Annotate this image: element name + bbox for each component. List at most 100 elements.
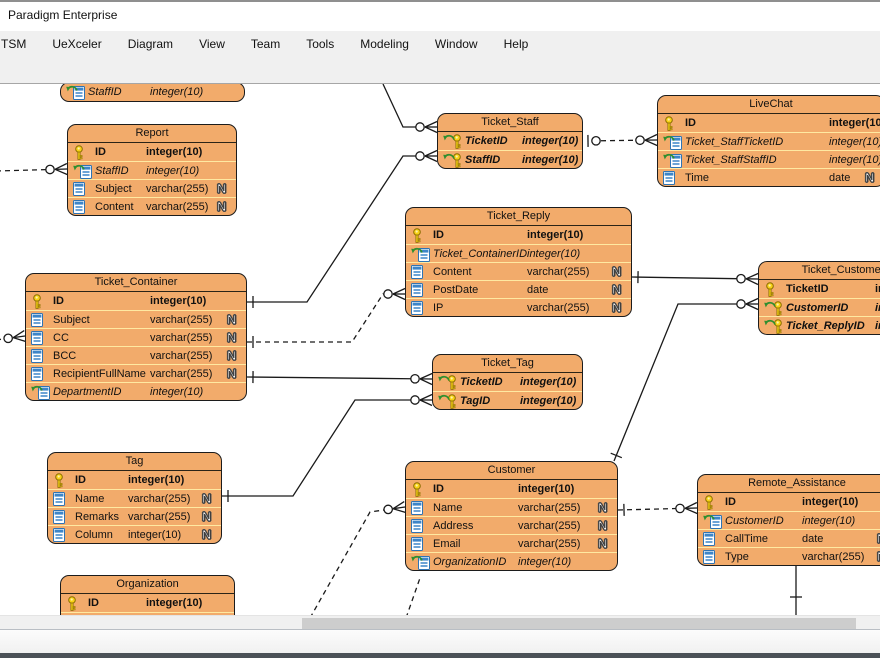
entity-row[interactable]: Ticket_StaffStaffIDinteger(10)N xyxy=(658,150,880,168)
entity-header[interactable]: Ticket_Tag xyxy=(433,355,582,373)
entity-header[interactable]: Ticket_Staff xyxy=(438,114,582,132)
connector-ticketstaff-to-livechat[interactable] xyxy=(588,135,657,147)
connector-customer-to-ticketcustomer[interactable] xyxy=(611,299,758,462)
entity-row[interactable]: Subjectvarchar(255)N xyxy=(26,310,246,328)
connector-staff-to-ticketstaff[interactable] xyxy=(383,84,437,133)
entity-row[interactable]: Namevarchar(255)N xyxy=(48,489,221,507)
entity-row[interactable]: IDinteger(10) xyxy=(698,493,880,511)
column-type: integer(10) xyxy=(146,597,229,609)
entity-row[interactable]: IPvarchar(255)N xyxy=(406,298,631,316)
entity-row[interactable]: TagIDinteger(10) xyxy=(433,391,582,409)
connector-organization-to-customer-2[interactable] xyxy=(406,578,420,615)
column-name: Email xyxy=(433,538,518,550)
connector-ticketreply-to-ticketcustomer[interactable] xyxy=(632,271,758,284)
window-title: Paradigm Enterprise xyxy=(8,8,117,22)
entity-header[interactable]: LiveChat xyxy=(658,96,880,114)
entity-row[interactable]: StaffIDinteger(10) xyxy=(68,161,236,179)
menu-item-window[interactable]: Window xyxy=(422,33,491,55)
entity-header[interactable]: Ticket_Customer xyxy=(759,262,880,280)
entity-row[interactable]: Ticket_ContainerIDinteger(10) xyxy=(406,244,631,262)
connector-offscreen-to-container[interactable] xyxy=(0,331,26,343)
entity-row[interactable]: DepartmentIDinteger(10) xyxy=(26,382,246,400)
entity-header[interactable]: Ticket_Container xyxy=(26,274,246,292)
entity-header[interactable]: Report xyxy=(68,125,236,143)
connector-tag-to-tickettag[interactable] xyxy=(222,395,432,503)
entity-staff-partial[interactable]: StaffIDinteger(10) xyxy=(60,84,245,102)
entity-livechat[interactable]: LiveChatIDinteger(10)Ticket_StaffTicketI… xyxy=(657,95,880,187)
entity-ticket-customer[interactable]: Ticket_CustomerTicketIDinteger(10)Custom… xyxy=(758,261,880,335)
menu-item-uexceler[interactable]: UeXceler xyxy=(39,33,114,55)
horizontal-scrollbar[interactable] xyxy=(0,615,880,629)
entity-remote-assistance[interactable]: Remote_AssistanceIDinteger(10)CustomerID… xyxy=(697,474,880,566)
entity-customer[interactable]: CustomerIDinteger(10)Namevarchar(255)NAd… xyxy=(405,461,618,571)
entity-row[interactable]: TimedateN xyxy=(658,168,880,186)
diagram-canvas[interactable]: StaffIDinteger(10)ReportIDinteger(10)Sta… xyxy=(0,84,880,615)
entity-row[interactable]: Contentvarchar(255)N xyxy=(406,262,631,280)
menu-item-tools[interactable]: Tools xyxy=(293,33,347,55)
connector-organization-to-customer[interactable] xyxy=(310,502,406,615)
menu-item-diagram[interactable]: Diagram xyxy=(115,33,186,55)
entity-row[interactable]: Contentvarchar(255)N xyxy=(68,197,236,215)
entity-row[interactable]: TicketIDinteger(10) xyxy=(433,373,582,391)
column-type: varchar(255) xyxy=(150,332,227,344)
entity-organization[interactable]: OrganizationIDinteger(10) xyxy=(60,575,235,615)
nullable-icon: N xyxy=(612,265,626,279)
entity-row[interactable]: Columninteger(10)N xyxy=(48,525,221,543)
entity-header[interactable]: Tag xyxy=(48,453,221,471)
entity-row[interactable]: Typevarchar(255)N xyxy=(698,547,880,565)
entity-row[interactable]: TicketIDinteger(10) xyxy=(438,132,582,150)
scrollbar-thumb[interactable] xyxy=(302,618,856,629)
entity-row[interactable]: OrganizationIDinteger(10) xyxy=(406,552,617,570)
connector-offscreen-to-report[interactable] xyxy=(0,164,67,175)
nullable-icon: N xyxy=(227,331,241,345)
entity-ticket-container[interactable]: Ticket_ContainerIDinteger(10)Subjectvarc… xyxy=(25,273,247,401)
entity-row[interactable]: Addressvarchar(255)N xyxy=(406,516,617,534)
entity-row[interactable]: Namevarchar(255)N xyxy=(406,498,617,516)
primary-key-icon xyxy=(53,473,75,488)
connector-customer-to-remote[interactable] xyxy=(618,503,697,516)
entity-row[interactable]: RecipientFullNamevarchar(255)N xyxy=(26,364,246,382)
entity-row[interactable]: IDinteger(10) xyxy=(406,226,631,244)
menu-item-tsm[interactable]: TSM xyxy=(0,33,39,55)
entity-row[interactable]: Ticket_StaffTicketIDinteger(10)N xyxy=(658,132,880,150)
connector-container-to-tickettag[interactable] xyxy=(247,371,432,384)
entity-row[interactable]: BCCvarchar(255)N xyxy=(26,346,246,364)
foreign-key-icon xyxy=(66,84,88,100)
entity-row[interactable]: PostDatedateN xyxy=(406,280,631,298)
entity-row[interactable]: Subjectvarchar(255)N xyxy=(68,179,236,197)
column-type: integer(10) xyxy=(128,474,216,486)
entity-header[interactable]: Remote_Assistance xyxy=(698,475,880,493)
entity-report[interactable]: ReportIDinteger(10)StaffIDinteger(10)Sub… xyxy=(67,124,237,216)
entity-tag[interactable]: TagIDinteger(10)Namevarchar(255)NRemarks… xyxy=(47,452,222,544)
entity-header[interactable]: Customer xyxy=(406,462,617,480)
menu-item-help[interactable]: Help xyxy=(491,33,542,55)
menu-item-view[interactable]: View xyxy=(186,33,238,55)
menu-item-modeling[interactable]: Modeling xyxy=(347,33,422,55)
entity-row[interactable]: CustomerIDinteger(10) xyxy=(759,298,880,316)
entity-row[interactable]: CallTimedateN xyxy=(698,529,880,547)
entity-row[interactable]: IDinteger(10) xyxy=(61,594,234,612)
menu-item-team[interactable]: Team xyxy=(238,33,293,55)
entity-ticket-reply[interactable]: Ticket_ReplyIDinteger(10)Ticket_Containe… xyxy=(405,207,632,317)
nullable-icon: N xyxy=(227,367,241,381)
entity-ticket-staff[interactable]: Ticket_StaffTicketIDinteger(10)StaffIDin… xyxy=(437,113,583,169)
entity-header[interactable]: Ticket_Reply xyxy=(406,208,631,226)
entity-header[interactable]: Organization xyxy=(61,576,234,594)
entity-row[interactable]: IDinteger(10) xyxy=(48,471,221,489)
entity-row[interactable]: StaffIDinteger(10) xyxy=(438,150,582,168)
column-type: varchar(255) xyxy=(518,520,598,532)
entity-row[interactable]: IDinteger(10) xyxy=(658,114,880,132)
entity-row[interactable]: CustomerIDinteger(10) xyxy=(698,511,880,529)
entity-ticket-tag[interactable]: Ticket_TagTicketIDinteger(10)TagIDintege… xyxy=(432,354,583,410)
entity-row[interactable]: Emailvarchar(255)N xyxy=(406,534,617,552)
entity-row[interactable]: IDinteger(10) xyxy=(68,143,236,161)
entity-row[interactable]: CCvarchar(255)N xyxy=(26,328,246,346)
entity-row[interactable]: TicketIDinteger(10) xyxy=(759,280,880,298)
entity-row[interactable]: Ticket_ReplyIDinteger(10) xyxy=(759,316,880,334)
connector-container-to-ticketreply[interactable] xyxy=(247,289,405,349)
entity-row[interactable]: IDinteger(10) xyxy=(26,292,246,310)
entity-row[interactable]: IDinteger(10) xyxy=(406,480,617,498)
entity-row[interactable]: Remarksvarchar(255)N xyxy=(48,507,221,525)
entity-row[interactable]: StaffIDinteger(10) xyxy=(61,84,244,101)
primary-foreign-key-icon xyxy=(764,318,786,334)
